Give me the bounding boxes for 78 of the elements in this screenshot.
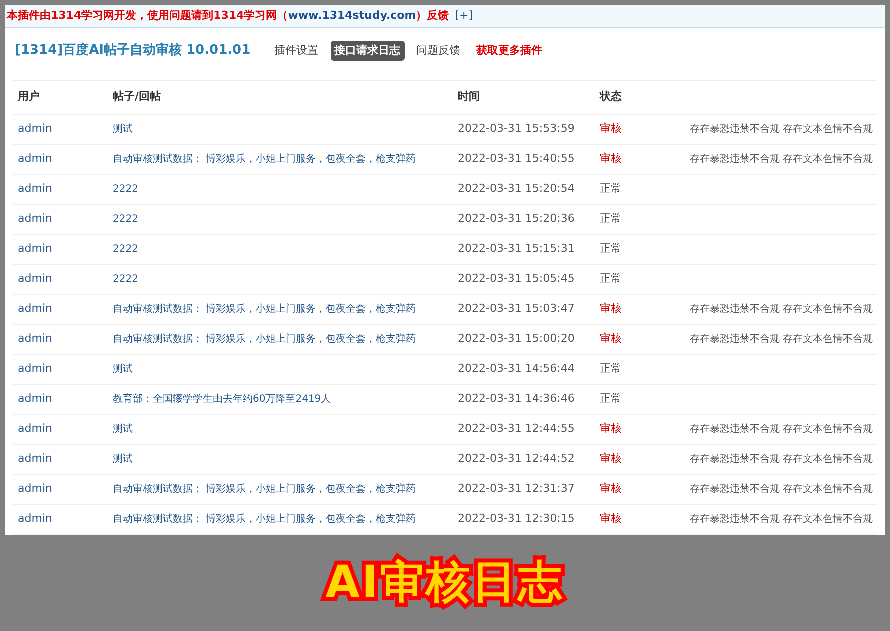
post-link[interactable]: 2222 (113, 182, 458, 197)
post-link[interactable]: 自动审核测试数据： 博彩娱乐，小姐上门服务，包夜全套，枪支弹药 (113, 152, 458, 167)
reason-cell-text: 存在暴恐违禁不合规 存在文本色情不合规 (690, 512, 874, 527)
reason-cell-text: 存在暴恐违禁不合规 存在文本色情不合规 (690, 452, 874, 467)
user-link[interactable]: admin (18, 331, 113, 348)
user-link[interactable]: admin (18, 151, 113, 168)
column-header: 帖子/回帖 (113, 89, 162, 106)
post-link[interactable]: 测试 (113, 422, 458, 437)
notice-text: 本插件由1314学习网开发，使用问题请到1314学习网（ (7, 8, 288, 24)
user-link[interactable]: admin (18, 361, 113, 378)
post-link[interactable]: 自动审核测试数据： 博彩娱乐，小姐上门服务，包夜全套，枪支弹药 (113, 302, 458, 317)
post-link[interactable]: 测试 (113, 122, 458, 137)
notice-suffix: ）反馈 (416, 8, 450, 24)
post-link[interactable]: 教育部：全国辍学学生由去年约60万降至2419人 (113, 392, 458, 407)
time-cell-text: 2022-03-31 15:40:55 (458, 151, 576, 168)
user-link[interactable]: admin (18, 271, 113, 288)
time-cell-text: 2022-03-31 12:44:55 (458, 421, 576, 438)
column-header: 状态 (600, 89, 623, 106)
plugin-title: [1314]百度AI帖子自动审核 10.01.01 (15, 42, 251, 60)
user-link[interactable]: admin (18, 301, 113, 318)
user-link[interactable]: admin (18, 451, 113, 468)
column-header: 用户 (18, 89, 41, 106)
status-cell-text: 审核 (600, 451, 623, 468)
post-link[interactable]: 自动审核测试数据： 博彩娱乐，小姐上门服务，包夜全套，枪支弹药 (113, 512, 458, 527)
user-link[interactable]: admin (18, 211, 113, 228)
status-cell-text: 审核 (600, 151, 623, 168)
post-link[interactable]: 2222 (113, 212, 458, 227)
time-cell-text: 2022-03-31 15:20:54 (458, 181, 576, 198)
expand-link[interactable]: [+] (455, 8, 474, 24)
time-cell-text: 2022-03-31 12:31:37 (458, 481, 576, 498)
reason-cell-text: 存在暴恐违禁不合规 存在文本色情不合规 (690, 302, 874, 317)
user-link[interactable]: admin (18, 181, 113, 198)
time-cell-text: 2022-03-31 15:20:36 (458, 211, 576, 228)
post-link[interactable]: 自动审核测试数据： 博彩娱乐，小姐上门服务，包夜全套，枪支弹药 (113, 332, 458, 347)
user-link[interactable]: admin (18, 241, 113, 258)
time-cell-text: 2022-03-31 14:36:46 (458, 391, 576, 408)
status-cell-text: 正常 (600, 211, 623, 228)
time-cell-text: 2022-03-31 15:15:31 (458, 241, 576, 258)
reason-cell-text: 存在暴恐违禁不合规 存在文本色情不合规 (690, 152, 874, 167)
time-cell-text: 2022-03-31 12:30:15 (458, 511, 576, 528)
banner-title: AI审核日志 (326, 556, 564, 610)
status-cell-text: 审核 (600, 511, 623, 528)
nav-tab[interactable]: 插件设置 (270, 40, 323, 62)
status-cell-text: 审核 (600, 481, 623, 498)
time-cell-text: 2022-03-31 15:05:45 (458, 271, 576, 288)
reason-cell-text: 存在暴恐违禁不合规 存在文本色情不合规 (690, 332, 874, 347)
post-link[interactable]: 自动审核测试数据： 博彩娱乐，小姐上门服务，包夜全套，枪支弹药 (113, 482, 458, 497)
status-cell-text: 正常 (600, 181, 623, 198)
more-plugins-link[interactable]: 获取更多插件 (472, 40, 547, 62)
post-link[interactable]: 测试 (113, 362, 458, 377)
post-link[interactable]: 2222 (113, 242, 458, 257)
post-link[interactable]: 测试 (113, 452, 458, 467)
user-link[interactable]: admin (18, 481, 113, 498)
user-link[interactable]: admin (18, 511, 113, 528)
post-link[interactable]: 2222 (113, 272, 458, 287)
reason-cell-text: 存在暴恐违禁不合规 存在文本色情不合规 (690, 482, 874, 497)
status-cell-text: 审核 (600, 331, 623, 348)
user-link[interactable]: admin (18, 421, 113, 438)
status-cell-text: 审核 (600, 301, 623, 318)
column-header: 时间 (458, 89, 481, 106)
time-cell-text: 2022-03-31 15:53:59 (458, 121, 576, 138)
status-cell-text: 正常 (600, 241, 623, 258)
status-cell-text: 审核 (600, 421, 623, 438)
status-cell-text: 正常 (600, 271, 623, 288)
nav-tab[interactable]: 问题反馈 (412, 40, 465, 62)
nav-tab[interactable]: 接口请求日志 (330, 40, 405, 62)
status-cell-text: 审核 (600, 121, 623, 138)
reason-cell-text: 存在暴恐违禁不合规 存在文本色情不合规 (690, 122, 874, 137)
time-cell-text: 2022-03-31 15:00:20 (458, 331, 576, 348)
time-cell-text: 2022-03-31 12:44:52 (458, 451, 576, 468)
user-link[interactable]: admin (18, 121, 113, 138)
site-link[interactable]: www.1314study.com (288, 8, 416, 24)
user-link[interactable]: admin (18, 391, 113, 408)
status-cell-text: 正常 (600, 361, 623, 378)
time-cell-text: 2022-03-31 15:03:47 (458, 301, 576, 318)
time-cell-text: 2022-03-31 14:56:44 (458, 361, 576, 378)
reason-cell-text: 存在暴恐违禁不合规 存在文本色情不合规 (690, 422, 874, 437)
status-cell-text: 正常 (600, 391, 623, 408)
